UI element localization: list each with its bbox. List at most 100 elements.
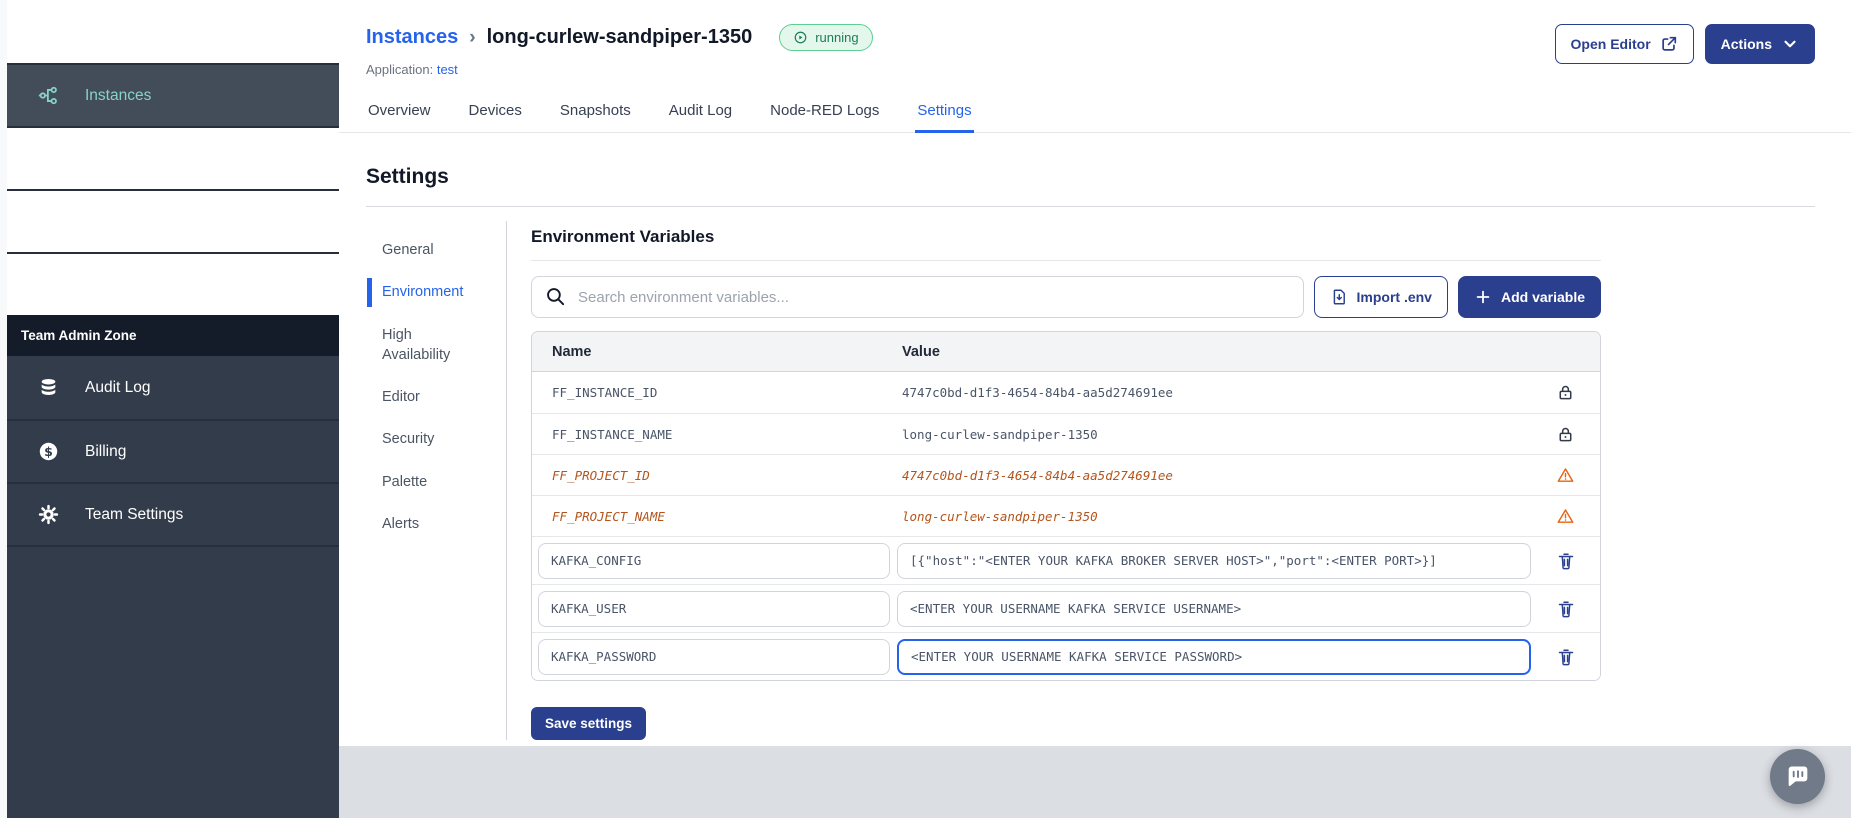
breadcrumb: Instances › long-curlew-sandpiper-1350 r… bbox=[366, 24, 873, 51]
table-row bbox=[532, 632, 1600, 680]
env-name-input[interactable] bbox=[538, 542, 890, 579]
settings-nav-environment[interactable]: Environment bbox=[366, 271, 506, 313]
add-variable-label: Add variable bbox=[1500, 289, 1585, 305]
chevron-down-icon bbox=[1784, 40, 1796, 48]
environment-panel: Environment Variables Import .env bbox=[531, 221, 1601, 740]
settings-nav-security[interactable]: Security bbox=[366, 418, 506, 460]
delete-variable-button[interactable] bbox=[1556, 551, 1576, 571]
column-header-name: Name bbox=[552, 343, 592, 360]
warning-icon bbox=[1556, 507, 1575, 526]
tab-snapshots[interactable]: Snapshots bbox=[558, 94, 633, 133]
env-value-input[interactable] bbox=[897, 542, 1531, 579]
env-var-value: long-curlew-sandpiper-1350 bbox=[902, 426, 1098, 442]
settings-nav-divider bbox=[506, 221, 507, 740]
tab-node-red-logs[interactable]: Node-RED Logs bbox=[768, 94, 881, 133]
table-row: FF_INSTANCE_NAME long-curlew-sandpiper-1… bbox=[532, 413, 1600, 454]
env-var-value: 4747c0bd-d1f3-4654-84b4-aa5d274691ee bbox=[902, 467, 1173, 483]
members-icon bbox=[38, 274, 59, 295]
env-var-name: FF_INSTANCE_NAME bbox=[552, 426, 673, 442]
status-badge-label: running bbox=[815, 30, 859, 45]
sidebar-item-library[interactable]: Library bbox=[7, 189, 339, 252]
delete-variable-button[interactable] bbox=[1556, 599, 1576, 619]
environment-panel-divider bbox=[531, 260, 1601, 261]
settings-nav-editor[interactable]: Editor bbox=[366, 376, 506, 418]
sidebar-item-label: Applications bbox=[85, 22, 169, 40]
sidebar-main-items: Applications Instances Devices Library M… bbox=[7, 0, 339, 315]
sidebar-item-members[interactable]: Members bbox=[7, 252, 339, 315]
trash-icon bbox=[1558, 600, 1574, 617]
page-title: long-curlew-sandpiper-1350 bbox=[486, 26, 753, 48]
window-gutter bbox=[0, 0, 7, 818]
instance-header: Instances › long-curlew-sandpiper-1350 r… bbox=[339, 0, 1851, 77]
sidebar-item-team-settings[interactable]: Team Settings bbox=[7, 482, 339, 545]
settings-nav-general[interactable]: General bbox=[366, 229, 506, 271]
sidebar-item-instances[interactable]: Instances bbox=[7, 63, 339, 126]
actions-label: Actions bbox=[1720, 36, 1772, 52]
env-table-header: Name Value bbox=[532, 332, 1600, 372]
settings-section: Settings General Environment High Availabi… bbox=[339, 133, 1851, 746]
billing-icon: $ bbox=[38, 441, 59, 462]
team-settings-icon bbox=[38, 504, 59, 525]
chat-launcher-button[interactable] bbox=[1770, 749, 1825, 804]
application-row: Application: test bbox=[366, 62, 873, 77]
env-table: Name Value FF_INSTANCE_ID 4747c0bd-d1f3-… bbox=[531, 331, 1601, 681]
save-settings-button[interactable]: Save settings bbox=[531, 707, 647, 740]
chat-bubble-icon bbox=[1788, 766, 1807, 786]
settings-nav-palette[interactable]: Palette bbox=[366, 461, 506, 503]
external-link-icon bbox=[1661, 36, 1676, 51]
breadcrumb-chevron-icon: › bbox=[469, 26, 476, 48]
running-icon bbox=[794, 31, 807, 44]
sidebar-item-devices[interactable]: Devices bbox=[7, 126, 339, 189]
actions-button[interactable]: Actions bbox=[1704, 24, 1815, 64]
applications-icon bbox=[38, 21, 59, 42]
instances-icon bbox=[38, 85, 59, 106]
import-env-button[interactable]: Import .env bbox=[1313, 276, 1448, 318]
settings-divider bbox=[366, 206, 1815, 207]
delete-variable-button[interactable] bbox=[1556, 647, 1576, 667]
settings-nav-high-availability[interactable]: High Availability bbox=[366, 314, 506, 377]
search-icon bbox=[547, 288, 565, 306]
main-content: Instances › long-curlew-sandpiper-1350 r… bbox=[339, 0, 1851, 818]
search-input[interactable] bbox=[531, 276, 1304, 318]
table-row bbox=[532, 536, 1600, 584]
devices-icon bbox=[38, 148, 59, 169]
tab-settings[interactable]: Settings bbox=[915, 94, 974, 133]
lock-icon bbox=[1556, 383, 1575, 402]
status-badge: running bbox=[779, 24, 873, 51]
env-value-input[interactable] bbox=[897, 590, 1531, 627]
header-buttons: Open Editor Actions bbox=[1554, 24, 1815, 64]
application-link[interactable]: test bbox=[437, 62, 458, 77]
svg-text:$: $ bbox=[44, 444, 53, 459]
tab-overview[interactable]: Overview bbox=[366, 94, 433, 133]
env-var-value: 4747c0bd-d1f3-4654-84b4-aa5d274691ee bbox=[902, 385, 1173, 400]
sidebar-item-applications[interactable]: Applications bbox=[7, 0, 339, 63]
env-var-name: FF_PROJECT_NAME bbox=[552, 508, 665, 524]
app-window: Applications Instances Devices Library M… bbox=[0, 0, 1851, 818]
env-name-input[interactable] bbox=[538, 590, 890, 627]
breadcrumb-instances-link[interactable]: Instances bbox=[366, 26, 458, 49]
sidebar-item-label: Members bbox=[85, 275, 150, 293]
env-var-name: FF_PROJECT_ID bbox=[552, 467, 650, 483]
sidebar-item-audit-log[interactable]: Audit Log bbox=[7, 356, 339, 419]
open-editor-label: Open Editor bbox=[1570, 36, 1651, 52]
audit-log-icon bbox=[38, 377, 59, 398]
sidebar-item-billing[interactable]: $ Billing bbox=[7, 419, 339, 482]
sidebar-section-label: Team Admin Zone bbox=[7, 315, 339, 356]
table-row: FF_PROJECT_NAME long-curlew-sandpiper-13… bbox=[532, 495, 1600, 536]
tab-devices[interactable]: Devices bbox=[467, 94, 524, 133]
sidebar-item-label: Team Settings bbox=[85, 505, 184, 523]
lock-icon bbox=[1556, 425, 1575, 444]
tab-audit-log[interactable]: Audit Log bbox=[667, 94, 734, 133]
env-name-input[interactable] bbox=[538, 638, 890, 675]
sidebar-item-label: Audit Log bbox=[85, 378, 151, 396]
settings-nav-alerts[interactable]: Alerts bbox=[366, 503, 506, 545]
env-var-name: FF_INSTANCE_ID bbox=[552, 385, 658, 400]
add-variable-button[interactable]: Add variable bbox=[1457, 276, 1601, 318]
env-value-input[interactable] bbox=[897, 638, 1531, 675]
table-row: FF_INSTANCE_ID 4747c0bd-d1f3-4654-84b4-a… bbox=[532, 372, 1600, 413]
table-row bbox=[532, 584, 1600, 632]
sidebar-item-label: Instances bbox=[85, 86, 152, 104]
sidebar-item-label: Library bbox=[85, 212, 133, 230]
footer-band bbox=[339, 746, 1851, 818]
open-editor-button[interactable]: Open Editor bbox=[1554, 24, 1694, 64]
